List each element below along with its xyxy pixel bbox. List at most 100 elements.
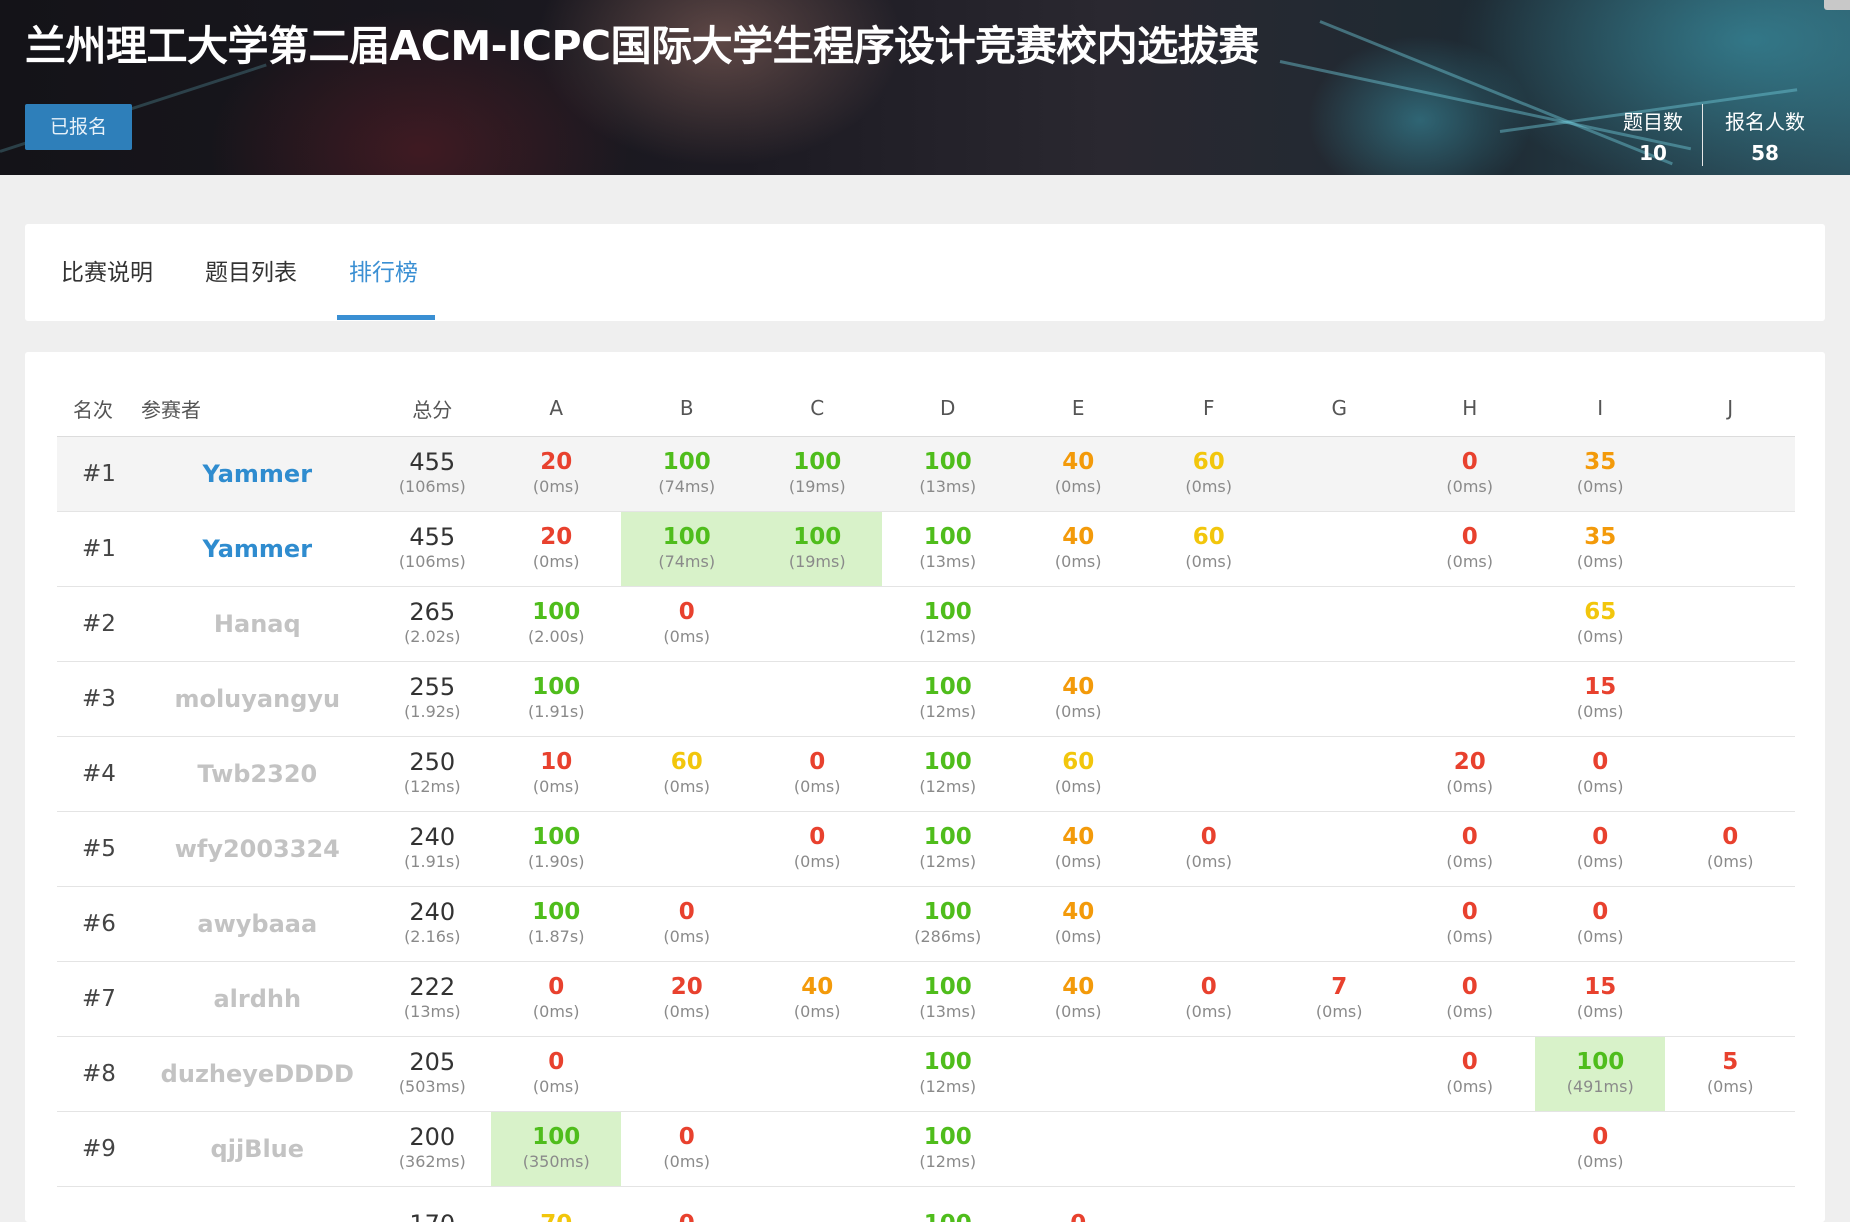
problem-score-cell[interactable]: 0(0ms) [1535, 812, 1666, 887]
problem-score-cell[interactable]: 100(12ms) [882, 737, 1013, 812]
problem-column-header[interactable]: D [882, 380, 1013, 437]
problem-score-cell[interactable]: 100(286ms) [882, 887, 1013, 962]
participant-name[interactable]: awybaaa [141, 887, 374, 962]
participant-name[interactable]: alrdhh [141, 962, 374, 1037]
problem-score-cell[interactable]: 100(12ms) [882, 587, 1013, 662]
participant-name[interactable]: moluyangyu [141, 662, 374, 737]
problem-score-cell[interactable]: 100(12ms) [882, 1037, 1013, 1112]
problem-score-cell[interactable]: 100(12ms) [882, 662, 1013, 737]
problem-score-cell[interactable]: 0(0ms) [621, 1112, 752, 1187]
problem-score-cell[interactable]: 35(0ms) [1535, 437, 1666, 512]
problem-score-cell[interactable]: 0(0ms) [1404, 512, 1535, 587]
problem-score-cell[interactable]: 0(0ms) [752, 737, 883, 812]
problem-score-cell[interactable]: 0(0ms) [621, 887, 752, 962]
problem-score-cell[interactable]: 35(0ms) [1535, 512, 1666, 587]
registered-button[interactable]: 已报名 [25, 104, 132, 150]
problem-score-cell[interactable]: 100(74ms) [621, 437, 752, 512]
problem-score-cell[interactable]: 0(0ms) [1404, 437, 1535, 512]
problem-score-cell[interactable]: 70 [491, 1187, 622, 1222]
problem-score-cell[interactable]: 0(0ms) [1143, 962, 1274, 1037]
problem-score-cell[interactable]: 65(0ms) [1535, 587, 1666, 662]
problem-score-cell[interactable]: 40(0ms) [1013, 962, 1144, 1037]
problem-score-cell [621, 812, 752, 887]
participant-name[interactable]: wfy2003324 [141, 812, 374, 887]
problem-column-header[interactable]: G [1274, 380, 1405, 437]
problem-score-cell[interactable]: 40(0ms) [1013, 512, 1144, 587]
problem-score-cell[interactable]: 0 [621, 1187, 752, 1222]
problem-column-header[interactable]: F [1143, 380, 1274, 437]
problem-score-cell[interactable]: 60(0ms) [1013, 737, 1144, 812]
problem-score-cell[interactable]: 0(0ms) [1535, 737, 1666, 812]
problem-score-cell[interactable]: 0 [1013, 1187, 1144, 1222]
problem-score-cell[interactable]: 100(12ms) [882, 1112, 1013, 1187]
problem-time: (0ms) [1535, 475, 1666, 499]
problem-score-cell[interactable]: 15(0ms) [1535, 662, 1666, 737]
problem-score-cell[interactable]: 60(0ms) [621, 737, 752, 812]
problem-score-cell[interactable]: 40(0ms) [1013, 662, 1144, 737]
problem-score-cell[interactable]: 0(0ms) [1404, 1037, 1535, 1112]
problem-score-cell[interactable]: 100(1.91s) [491, 662, 622, 737]
problem-column-header[interactable]: H [1404, 380, 1535, 437]
participant-name[interactable]: Hanaq [141, 587, 374, 662]
problem-score-cell[interactable]: 100(1.87s) [491, 887, 622, 962]
problem-score-cell[interactable]: 100(19ms) [752, 437, 883, 512]
problem-score-cell[interactable]: 100(12ms) [882, 812, 1013, 887]
problem-time: (0ms) [752, 775, 883, 799]
problem-score-cell[interactable]: 10(0ms) [491, 737, 622, 812]
problem-score-cell[interactable]: 7(0ms) [1274, 962, 1405, 1037]
problem-score-cell[interactable]: 0(0ms) [1535, 1112, 1666, 1187]
problem-column-header[interactable]: E [1013, 380, 1144, 437]
problem-score-cell[interactable]: 0(0ms) [1535, 887, 1666, 962]
problem-column-header[interactable]: J [1665, 380, 1795, 437]
problem-score-cell[interactable]: 100(13ms) [882, 512, 1013, 587]
problem-score-cell[interactable]: 60(0ms) [1143, 512, 1274, 587]
problem-score-cell[interactable]: 0(0ms) [1404, 887, 1535, 962]
problem-column-header[interactable]: C [752, 380, 883, 437]
problem-score-cell[interactable]: 100(1.90s) [491, 812, 622, 887]
problem-score-cell[interactable]: 0(0ms) [752, 812, 883, 887]
participant-name[interactable]: Yammer [141, 512, 374, 587]
problem-score-cell[interactable]: 100 [882, 1187, 1013, 1222]
problem-score-cell[interactable]: 100(74ms) [621, 512, 752, 587]
scrollbar-thumb[interactable] [1824, 0, 1850, 10]
participant-name[interactable]: qjjBlue [141, 1112, 374, 1187]
problem-score-cell[interactable]: 40(0ms) [1013, 812, 1144, 887]
participant-name[interactable]: duzheyeDDDD [141, 1037, 374, 1112]
problem-score-cell[interactable]: 15(0ms) [1535, 962, 1666, 1037]
problem-score-cell[interactable]: 100(13ms) [882, 962, 1013, 1037]
problem-score-cell[interactable]: 5(0ms) [1665, 1037, 1795, 1112]
problem-score-cell[interactable]: 0(0ms) [1143, 812, 1274, 887]
tab-problem-list[interactable]: 题目列表 [205, 224, 297, 321]
problem-score-cell[interactable]: 20(0ms) [1404, 737, 1535, 812]
problem-score: 100 [1535, 1049, 1666, 1075]
total-time: (106ms) [374, 550, 491, 574]
problem-score-cell[interactable]: 100(19ms) [752, 512, 883, 587]
tab-description[interactable]: 比赛说明 [61, 224, 153, 321]
participant-name[interactable]: Yammer [141, 437, 374, 512]
problem-score-cell[interactable]: 100(13ms) [882, 437, 1013, 512]
participant-name[interactable] [141, 1187, 374, 1222]
problem-score-cell[interactable]: 100(491ms) [1535, 1037, 1666, 1112]
problem-score-cell[interactable]: 0(0ms) [491, 1037, 622, 1112]
problem-score-cell[interactable]: 20(0ms) [491, 512, 622, 587]
problem-column-header[interactable]: A [491, 380, 622, 437]
problem-score-cell[interactable]: 60(0ms) [1143, 437, 1274, 512]
problem-score-cell[interactable]: 0(0ms) [1404, 812, 1535, 887]
problem-score-cell[interactable]: 20(0ms) [491, 437, 622, 512]
problem-score-cell[interactable]: 40(0ms) [1013, 887, 1144, 962]
problem-column-header[interactable]: I [1535, 380, 1666, 437]
problem-score-cell [1535, 1187, 1666, 1222]
problem-score-cell [1404, 662, 1535, 737]
problem-score-cell[interactable]: 40(0ms) [752, 962, 883, 1037]
problem-score-cell[interactable]: 40(0ms) [1013, 437, 1144, 512]
problem-score-cell[interactable]: 100(2.00s) [491, 587, 622, 662]
problem-score-cell[interactable]: 0(0ms) [1665, 812, 1795, 887]
problem-score-cell[interactable]: 20(0ms) [621, 962, 752, 1037]
problem-column-header[interactable]: B [621, 380, 752, 437]
participant-name[interactable]: Twb2320 [141, 737, 374, 812]
problem-score-cell[interactable]: 0(0ms) [1404, 962, 1535, 1037]
problem-score-cell[interactable]: 100(350ms) [491, 1112, 622, 1187]
problem-score-cell[interactable]: 0(0ms) [491, 962, 622, 1037]
problem-score-cell[interactable]: 0(0ms) [621, 587, 752, 662]
tab-ranking[interactable]: 排行榜 [349, 224, 418, 321]
